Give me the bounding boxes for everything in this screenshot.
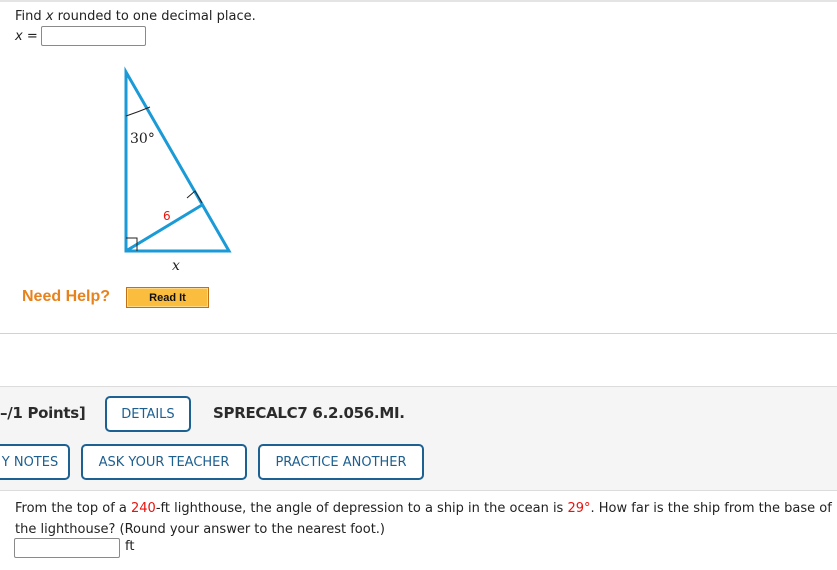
- altitude-label: 6: [163, 209, 171, 223]
- points-label: –/1 Points]: [0, 404, 86, 422]
- top-divider: [0, 0, 837, 2]
- answer-label-variable: x: [15, 29, 23, 44]
- details-button[interactable]: DETAILS: [105, 396, 191, 432]
- angle-label: 30°: [130, 131, 155, 147]
- base-label: x: [172, 258, 180, 274]
- question-part-2: -ft lighthouse, the angle of depression …: [155, 501, 568, 516]
- prompt-suffix: rounded to one decimal place.: [53, 9, 256, 24]
- prompt-prefix: Find: [15, 9, 46, 24]
- ask-your-teacher-button[interactable]: ASK YOUR TEACHER: [81, 444, 247, 480]
- triangle-figure: 30° 6 x: [124, 66, 232, 274]
- answer-label: x =: [15, 29, 38, 44]
- right-triangle: [124, 66, 232, 253]
- question-part-1: From the top of a: [15, 501, 132, 516]
- practice-another-button[interactable]: PRACTICE ANOTHER: [258, 444, 424, 480]
- x-answer-input[interactable]: [41, 26, 146, 46]
- answer-label-equals: =: [22, 29, 38, 44]
- need-help-label: Need Help?: [22, 288, 111, 305]
- answer-unit: ft: [125, 539, 135, 554]
- distance-answer-input[interactable]: [14, 538, 120, 558]
- angle-arc: [125, 106, 151, 117]
- question-id: SPRECALC7 6.2.056.MI.: [213, 404, 405, 422]
- question-text: From the top of a 240-ft lighthouse, the…: [15, 498, 835, 540]
- read-it-button[interactable]: Read It: [126, 287, 209, 308]
- problem-prompt: Find x rounded to one decimal place.: [15, 9, 256, 24]
- lighthouse-height-value: 240: [131, 501, 156, 516]
- depression-angle-value: 29°: [567, 501, 591, 516]
- my-notes-button[interactable]: Y NOTES: [0, 444, 70, 480]
- section-divider: [0, 333, 837, 334]
